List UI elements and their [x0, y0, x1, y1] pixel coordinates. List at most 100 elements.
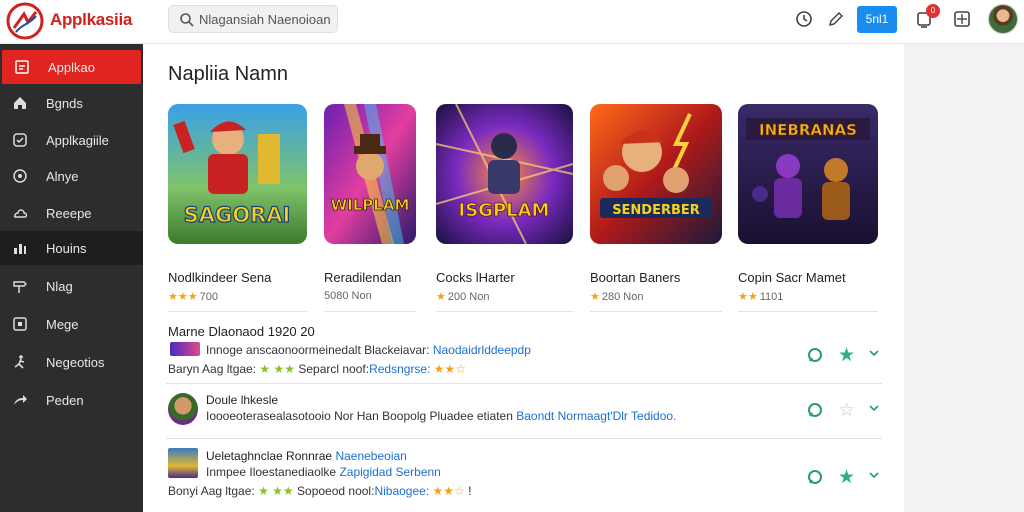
sidebar-item-houins[interactable]: Houins — [0, 231, 143, 265]
chevron-down-icon[interactable] — [868, 402, 880, 414]
main-content: Napliia Namn SAGORAI Nodlkindeer Sena ★★… — [143, 44, 904, 512]
favorite-star-icon[interactable]: ★ — [838, 344, 855, 367]
sidebar-item-peden[interactable]: Peden — [0, 383, 143, 417]
chart-icon — [14, 244, 26, 254]
sidebar-item-mege[interactable]: Mege — [0, 307, 143, 341]
cloud-icon — [13, 209, 28, 218]
comment-icon[interactable] — [806, 468, 824, 486]
divider — [166, 438, 882, 439]
game-name[interactable]: Boortan Baners — [590, 270, 680, 285]
star-rating-icon: ★ — [436, 291, 446, 303]
sidebar-item-label: Negeotios — [46, 355, 105, 370]
divider — [738, 311, 878, 312]
game-thumbnail[interactable]: ISGPLAM — [436, 104, 573, 244]
search-input[interactable]: Nlagansiah Naenoioan — [199, 12, 331, 27]
game-thumbnail[interactable]: INEBRANAS — [738, 104, 878, 244]
game-art-title: INEBRANAS — [759, 121, 857, 139]
divider — [590, 311, 722, 312]
game-rating: 5080 Non — [324, 290, 372, 302]
share-arrow-icon — [14, 395, 27, 405]
game-name[interactable]: Reradilendan — [324, 270, 401, 285]
comment-icon[interactable] — [806, 346, 824, 364]
frame-icon — [13, 317, 27, 331]
item-description: Innoge anscaonoormeinedalt Blackeiavar: … — [206, 343, 531, 357]
game-thumbnail[interactable]: SENDERBER — [590, 104, 722, 244]
sidebar-item-label: Bgnds — [46, 96, 83, 111]
check-circle-icon — [13, 133, 27, 147]
page-title: Napliia Namn — [168, 63, 289, 85]
game-art-title: WILPLAM — [331, 196, 410, 214]
list-item[interactable]: Innoge anscaonoormeinedalt Blackeiavar: … — [166, 340, 882, 384]
favorite-star-icon[interactable]: ★ — [838, 466, 855, 489]
chevron-down-icon[interactable] — [868, 347, 880, 359]
section-header: Marne Dlaonaod 1920 20 — [168, 324, 315, 339]
sidebar-item-label: Reeepe — [46, 206, 92, 221]
game-art-title: SENDERBER — [612, 203, 700, 218]
favorite-star-outline-icon[interactable]: ☆ — [838, 399, 855, 422]
game-rating: ★ 200 Non — [436, 291, 490, 303]
notification-badge: 0 — [926, 4, 940, 18]
sidebar-item-applkagiile[interactable]: Applkagiile — [0, 123, 143, 157]
game-name[interactable]: Copin Sacr Mamet — [738, 270, 846, 285]
sidebar-item-applkao[interactable]: Applkao — [2, 50, 141, 84]
user-avatar[interactable] — [988, 4, 1018, 34]
game-thumbnail[interactable]: SAGORAI — [168, 104, 307, 244]
sidebar-item-label: Houins — [46, 241, 87, 256]
sidebar-item-nlag[interactable]: Nlag — [0, 269, 143, 303]
game-name[interactable]: Nodlkindeer Sena — [168, 270, 271, 285]
item-title[interactable]: Doule lhkesle — [206, 393, 278, 407]
edit-pen-icon[interactable] — [827, 10, 845, 28]
divider — [166, 383, 882, 384]
sidebar-item-label: Applkao — [48, 60, 95, 75]
person-run-icon — [14, 355, 25, 369]
chevron-down-icon[interactable] — [868, 469, 880, 481]
star-rating-icon: ★ — [590, 291, 600, 303]
game-thumbnail[interactable]: WILPLAM — [324, 104, 416, 244]
divider — [324, 311, 416, 312]
comment-icon[interactable] — [806, 401, 824, 419]
sidebar-item-reeepe[interactable]: Reeepe — [0, 196, 143, 230]
game-rating: ★★ 1101 — [738, 291, 784, 303]
sidebar-item-negeotios[interactable]: Negeotios — [0, 345, 143, 379]
top-bar: Applkasiia Nlagansiah Naenoioan 5nl1 0 — [0, 0, 1024, 44]
right-gutter — [904, 44, 1024, 512]
game-rating: ★ 280 Non — [590, 291, 644, 303]
row-actions: ☆ — [806, 399, 882, 423]
star-rating-icon: ★★★ — [168, 291, 198, 303]
sidebar-item-alnye[interactable]: Alnye — [0, 159, 143, 193]
home-icon — [14, 97, 26, 109]
item-description: Ioooeoterasealasotooio Nor Han Boopolg P… — [206, 409, 677, 423]
search-icon — [180, 13, 194, 27]
item-title[interactable]: Ueletaghnclae Ronnrae Naenebeoian — [206, 449, 407, 463]
brand-name: Applkasiia — [50, 10, 133, 29]
sidebar-item-label: Nlag — [46, 279, 73, 294]
game-art-title: SAGORAI — [184, 203, 291, 227]
game-rating: ★★★ 700 — [168, 291, 218, 303]
app-logo-icon[interactable] — [6, 2, 44, 40]
grid-settings-icon[interactable] — [953, 10, 971, 28]
search-bar[interactable]: Nlagansiah Naenoioan — [168, 5, 338, 33]
circle-info-icon — [13, 169, 27, 183]
divider — [436, 311, 573, 312]
sidebar: Applkao Bgnds Applkagiile Alnye Reeepe H… — [0, 44, 143, 512]
list-item[interactable]: Ueletaghnclae Ronnrae Naenebeoian Inmpee… — [166, 446, 882, 502]
sidebar-item-label: Applkagiile — [46, 133, 109, 148]
clock-icon[interactable] — [795, 10, 813, 28]
game-name[interactable]: Cocks lHarter — [436, 270, 515, 285]
list-item[interactable]: Doule lhkesle Ioooeoterasealasotooio Nor… — [166, 385, 882, 439]
game-thumbnail — [168, 393, 198, 425]
sidebar-item-label: Mege — [46, 317, 79, 332]
game-art-title: ISGPLAM — [459, 200, 550, 221]
sidebar-item-label: Peden — [46, 393, 84, 408]
item-meta: Bonyi Aag ltgae: ★ ★★ Sopoeod nool:Nibao… — [168, 484, 472, 498]
divider — [168, 311, 307, 312]
sidebar-item-label: Alnye — [46, 169, 79, 184]
signpost-icon — [13, 281, 27, 293]
app-window-icon — [15, 60, 29, 74]
game-thumbnail — [168, 448, 198, 478]
sidebar-item-bgnds[interactable]: Bgnds — [0, 86, 143, 120]
primary-action-button[interactable]: 5nl1 — [857, 6, 897, 33]
game-thumbnail — [170, 342, 200, 356]
star-rating-icon: ★★ — [738, 291, 758, 303]
row-actions: ★ — [806, 344, 882, 368]
